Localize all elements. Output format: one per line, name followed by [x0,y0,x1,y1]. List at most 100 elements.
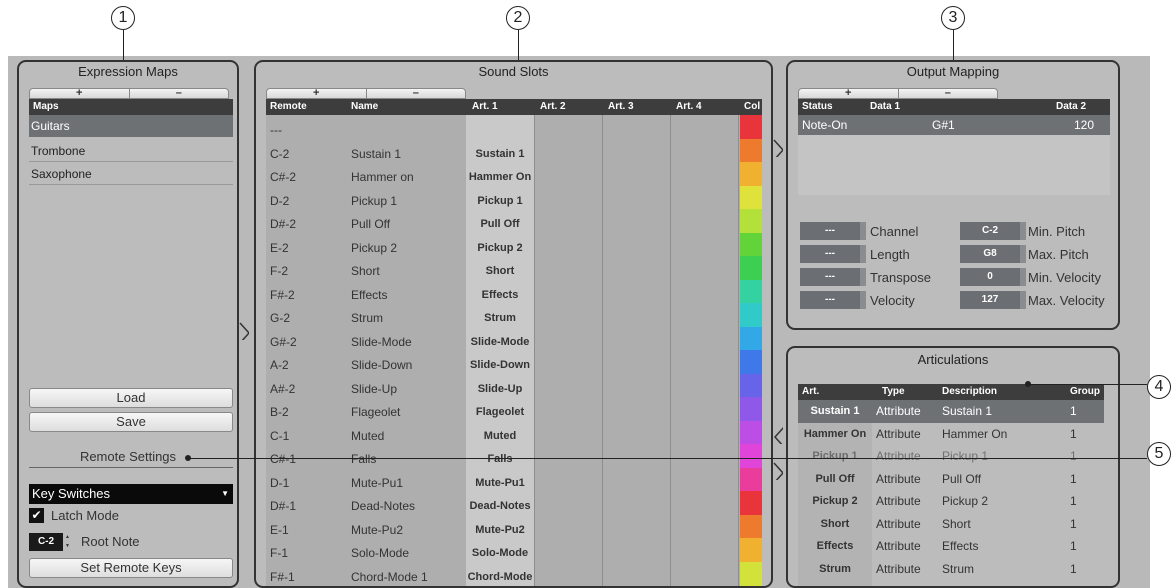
slot-art1[interactable]: Solo-Mode [466,542,534,566]
articulation-description[interactable]: Short [942,515,1062,538]
articulation-description[interactable]: Effects [942,537,1062,560]
articulation-description[interactable]: Pull Off [942,470,1062,493]
articulation-type[interactable]: Attribute [876,470,940,493]
slot-name[interactable]: Muted [351,425,461,449]
slot-art1[interactable]: Dead-Notes [466,495,534,519]
slot-name[interactable]: Solo-Mode [351,542,461,566]
slot-color-swatch[interactable] [740,561,762,586]
slot-color-swatch[interactable] [740,279,762,304]
root-note-spinner-icon[interactable]: ▲ ▼ [65,533,70,551]
add-slot-button[interactable]: + [267,88,366,99]
slot-remote[interactable]: F#-2 [270,284,340,308]
articulation-type[interactable]: Attribute [876,515,940,538]
slot-color-swatch[interactable] [740,538,762,563]
slot-color-swatch[interactable] [740,303,762,328]
slot-color-swatch[interactable] [740,232,762,257]
articulation-group[interactable]: 1 [1070,470,1100,493]
articulation-art[interactable]: Pickup 2 [798,492,872,515]
slot-name[interactable]: Hammer on [351,166,461,190]
remove-slot-button[interactable]: – [365,88,466,99]
slot-color-swatch[interactable] [740,162,762,187]
add-map-button[interactable]: + [30,88,129,99]
slot-color-swatch[interactable] [740,115,762,140]
remote-mode-dropdown[interactable]: Key Switches ▼ [29,484,233,504]
max-pitch-field[interactable]: G8 [960,245,1020,263]
slot-remote[interactable]: D#-1 [270,495,340,519]
slot-remote[interactable]: C#-1 [270,448,340,472]
slot-name[interactable]: Slide-Up [351,378,461,402]
articulation-art[interactable]: Effects [798,537,872,560]
articulation-group[interactable]: 1 [1070,560,1100,583]
slot-color-swatch[interactable] [740,326,762,351]
spinner-icon[interactable] [1020,245,1026,263]
slot-art1[interactable]: Flageolet [466,401,534,425]
articulation-group[interactable]: 1 [1070,492,1100,515]
spinner-icon[interactable] [860,291,866,309]
spinner-icon[interactable] [860,268,866,286]
slot-remote[interactable]: F-2 [270,260,340,284]
articulation-description[interactable]: Strum [942,560,1062,583]
slot-art1[interactable]: Slide-Up [466,378,534,402]
slot-color-swatch[interactable] [740,350,762,375]
spinner-icon[interactable] [1020,222,1026,240]
slot-name[interactable]: Short [351,260,461,284]
slot-remote[interactable]: C-1 [270,425,340,449]
articulation-art[interactable]: Short [798,515,872,538]
slot-art1[interactable]: Sustain 1 [466,143,534,167]
slot-remote[interactable]: D-2 [270,190,340,214]
slot-remote[interactable]: A-2 [270,354,340,378]
slot-color-swatch[interactable] [740,514,762,539]
map-item-guitars[interactable]: Guitars [29,115,233,137]
slot-art1[interactable]: Pull Off [466,213,534,237]
slot-art1[interactable]: Slide-Mode [466,331,534,355]
velocity-field[interactable]: --- [800,291,860,309]
articulation-type[interactable]: Attribute [876,560,940,583]
slot-art1[interactable] [466,119,534,143]
spinner-icon[interactable] [1020,291,1026,309]
slot-name[interactable]: Sustain 1 [351,143,461,167]
slot-remote[interactable]: G-2 [270,307,340,331]
slot-color-swatch[interactable] [740,467,762,492]
slot-remote[interactable]: C-2 [270,143,340,167]
slot-art1[interactable]: Pickup 2 [466,237,534,261]
articulation-type[interactable]: Attribute [876,492,940,515]
slot-remote[interactable]: G#-2 [270,331,340,355]
add-output-button[interactable]: + [799,88,898,99]
slot-remote[interactable]: F-1 [270,542,340,566]
slot-art1[interactable]: Hammer On [466,166,534,190]
map-item-saxophone[interactable]: Saxophone [29,163,233,185]
set-remote-keys-button[interactable]: Set Remote Keys [29,558,233,578]
slot-color-swatch[interactable] [740,397,762,422]
slot-name[interactable]: Effects [351,284,461,308]
min-pitch-field[interactable]: C-2 [960,222,1020,240]
max-velocity-field[interactable]: 127 [960,291,1020,309]
slot-remote[interactable]: C#-2 [270,166,340,190]
latch-mode-checkbox[interactable]: ✔ [29,508,44,523]
slot-color-swatch[interactable] [740,138,762,163]
slot-name[interactable]: Pickup 1 [351,190,461,214]
slot-color-swatch[interactable] [740,256,762,281]
articulation-group[interactable]: 1 [1070,515,1100,538]
slot-art1[interactable]: Mute-Pu1 [466,472,534,496]
map-item-trombone[interactable]: Trombone [29,140,233,162]
articulation-description[interactable]: Sustain 1 [942,402,1062,425]
slot-remote[interactable]: F#-1 [270,566,340,587]
slot-color-swatch[interactable] [740,420,762,445]
slot-name[interactable]: Slide-Mode [351,331,461,355]
slot-art1[interactable]: Strum [466,307,534,331]
spinner-icon[interactable] [860,222,866,240]
articulation-art[interactable]: Sustain 1 [798,402,872,425]
slot-name[interactable]: Pickup 2 [351,237,461,261]
slot-name[interactable]: Flageolet [351,401,461,425]
slot-color-swatch[interactable] [740,373,762,398]
load-button[interactable]: Load [29,388,233,408]
slot-remote[interactable]: D-1 [270,472,340,496]
slot-remote[interactable]: D#-2 [270,213,340,237]
slot-name[interactable]: Falls [351,448,461,472]
root-note-field[interactable]: C-2 [29,533,63,551]
articulation-art[interactable]: Hammer On [798,425,872,448]
slot-color-swatch[interactable] [740,209,762,234]
articulation-group[interactable]: 1 [1070,537,1100,560]
slot-remote[interactable]: E-1 [270,519,340,543]
slot-color-swatch[interactable] [740,491,762,516]
